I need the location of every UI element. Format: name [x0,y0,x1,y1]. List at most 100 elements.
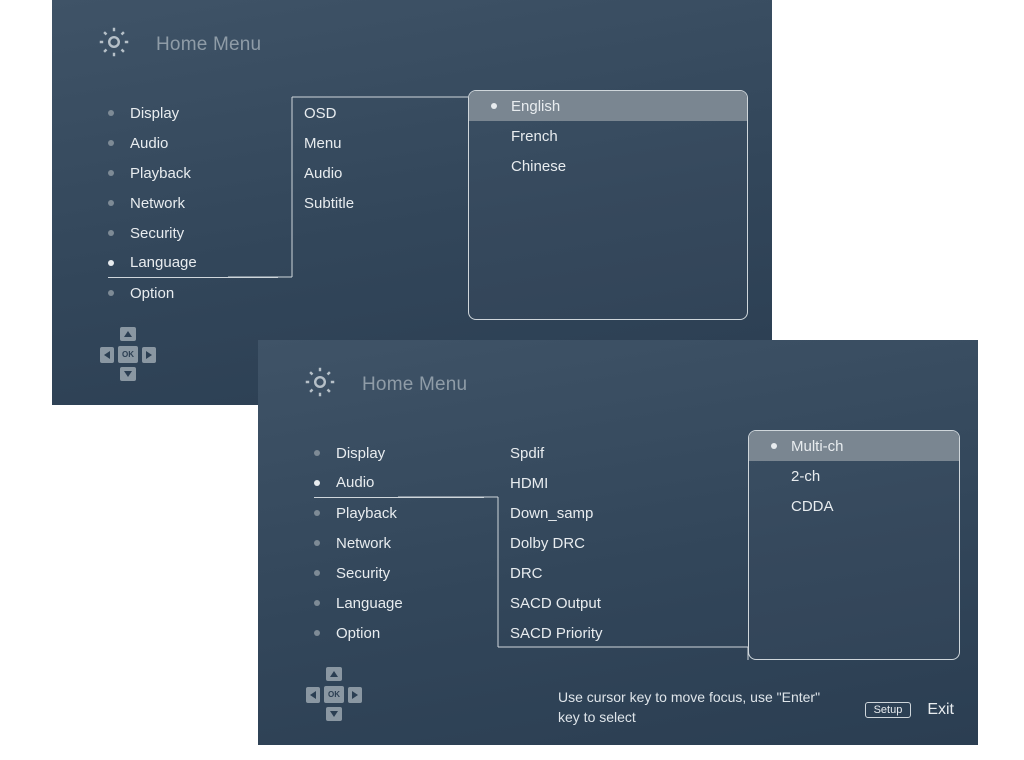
option-item[interactable]: Multi-ch [749,431,959,461]
option-item[interactable]: English [469,91,747,121]
options-box: Multi-ch 2-ch CDDA [748,430,960,660]
dpad-down-button[interactable] [326,707,342,721]
dpad-right-button[interactable] [142,347,156,363]
setup-button[interactable]: Setup [865,702,912,718]
submenu-label: Audio [304,165,342,182]
submenu-label: Dolby DRC [510,535,585,552]
submenu-item[interactable]: Dolby DRC [510,528,700,558]
category-label: Language [130,254,197,271]
dpad-ok-button[interactable]: OK [118,346,138,363]
submenu-item[interactable]: Spdif [510,438,700,468]
options-box: English French Chinese [468,90,748,320]
option-item[interactable]: CDDA [749,491,959,521]
bullet-icon [314,570,320,576]
bullet-icon [314,540,320,546]
submenu-label: SACD Priority [510,625,603,642]
category-label: Audio [336,474,374,491]
category-item[interactable]: Option [108,278,278,308]
option-label: 2-ch [791,468,820,485]
submenu-item[interactable]: Down_samp [510,498,700,528]
bullet-icon [108,110,114,116]
bullet-icon [108,290,114,296]
submenu-item[interactable]: SACD Output [510,588,700,618]
category-item[interactable]: Audio [108,128,278,158]
category-item[interactable]: Display [108,98,278,128]
category-item[interactable]: Playback [108,158,278,188]
option-item[interactable]: 2-ch [749,461,959,491]
submenu-label: Down_samp [510,505,593,522]
dpad-up-button[interactable] [120,327,136,341]
option-item[interactable]: French [469,121,747,151]
category-item[interactable]: Language [314,588,484,618]
category-label: Playback [336,505,397,522]
submenu-list: OSD Menu Audio Subtitle [304,98,494,218]
bullet-icon [108,230,114,236]
submenu-label: Subtitle [304,195,354,212]
bullet-icon [314,600,320,606]
submenu-label: OSD [304,105,337,122]
category-label: Language [336,595,403,612]
bullet-icon [771,443,777,449]
category-item[interactable]: Network [108,188,278,218]
page-title: Home Menu [156,34,261,56]
category-item[interactable]: Security [314,558,484,588]
submenu-item[interactable]: SACD Priority [510,618,700,648]
category-label: Audio [130,135,168,152]
dpad-control: OK [304,667,364,727]
category-item[interactable]: Language [108,248,278,278]
category-label: Display [130,105,179,122]
category-item[interactable]: Display [314,438,484,468]
category-label: Playback [130,165,191,182]
category-label: Network [130,195,185,212]
category-label: Option [336,625,380,642]
category-item[interactable]: Playback [314,498,484,528]
dpad-up-button[interactable] [326,667,342,681]
submenu-item[interactable]: OSD [304,98,494,128]
bullet-icon [314,630,320,636]
page-title: Home Menu [362,374,467,396]
bullet-icon [314,480,320,486]
category-list: Display Audio Playback Network Security Langu… [108,98,278,308]
submenu-label: Spdif [510,445,544,462]
gear-icon [302,364,338,405]
category-label: Display [336,445,385,462]
category-item[interactable]: Audio [314,468,484,498]
category-label: Security [130,225,184,242]
bullet-icon [108,170,114,176]
submenu-label: SACD Output [510,595,601,612]
bullet-icon [108,260,114,266]
category-item[interactable]: Option [314,618,484,648]
option-item[interactable]: Chinese [469,151,747,181]
exit-button[interactable]: Exit [927,701,954,719]
footer-buttons: Setup Exit [865,701,954,719]
bullet-icon [108,140,114,146]
hint-text: Use cursor key to move focus, use "Enter… [558,687,838,727]
dpad-down-button[interactable] [120,367,136,381]
dpad-right-button[interactable] [348,687,362,703]
panel-header: Home Menu [302,364,467,405]
category-label: Option [130,285,174,302]
option-label: French [511,128,558,145]
settings-panel-audio: Home Menu Display Audio Playback Network Sec… [258,340,978,745]
category-label: Security [336,565,390,582]
option-label: CDDA [791,498,834,515]
submenu-item[interactable]: Menu [304,128,494,158]
submenu-item[interactable]: DRC [510,558,700,588]
dpad-left-button[interactable] [306,687,320,703]
panel-header: Home Menu [96,24,261,65]
gear-icon [96,24,132,65]
category-list: Display Audio Playback Network Security Langu… [314,438,484,648]
option-label: Multi-ch [791,438,844,455]
submenu-item[interactable]: Subtitle [304,188,494,218]
dpad-ok-button[interactable]: OK [324,686,344,703]
submenu-list: Spdif HDMI Down_samp Dolby DRC DRC SACD Outpu… [510,438,700,648]
category-label: Network [336,535,391,552]
option-label: Chinese [511,158,566,175]
category-item[interactable]: Network [314,528,484,558]
category-item[interactable]: Security [108,218,278,248]
submenu-item[interactable]: Audio [304,158,494,188]
bullet-icon [314,510,320,516]
dpad-control: OK [98,327,158,387]
dpad-left-button[interactable] [100,347,114,363]
submenu-item[interactable]: HDMI [510,468,700,498]
